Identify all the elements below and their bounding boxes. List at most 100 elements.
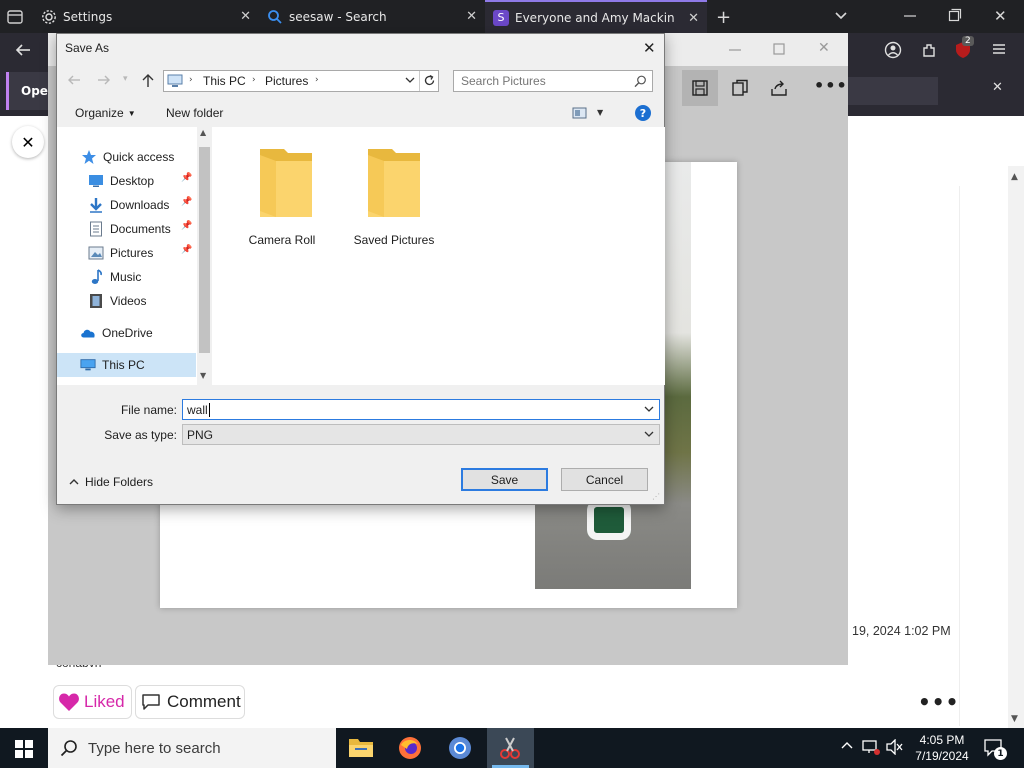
up-arrow-icon[interactable] [141,72,155,88]
refresh-icon[interactable] [423,74,436,87]
scroll-up-icon[interactable]: ▲ [200,128,206,137]
computer-icon [80,357,96,373]
cloud-icon [80,325,96,341]
heart-icon [58,692,80,712]
page-scrollbar[interactable]: ▲ ▼ [1008,166,1024,728]
save-button[interactable]: Save [461,468,548,491]
viewer-minimize-icon[interactable] [728,45,742,55]
chevron-down-icon[interactable] [644,429,654,439]
breadcrumb-separator-icon: › [315,75,319,85]
music-icon [88,269,104,285]
scroll-thumb[interactable] [199,147,210,353]
comment-button[interactable]: Comment [135,685,245,719]
dialog-close-button[interactable]: ✕ [643,39,656,57]
list-tabs-icon[interactable] [832,6,850,24]
copy-icon[interactable] [731,79,749,97]
tab-label: Settings [63,9,113,24]
back-arrow-icon[interactable] [67,73,81,87]
forward-arrow-icon[interactable] [97,73,111,87]
hide-folders-label: Hide Folders [85,475,154,489]
tab-search[interactable]: seesaw - Search ✕ [259,0,485,33]
scroll-up-icon[interactable]: ▲ [1011,172,1018,182]
ublock-icon[interactable]: 2 [954,36,974,59]
chevron-down-icon[interactable] [644,404,654,414]
hide-folders-toggle[interactable]: Hide Folders [69,475,153,489]
view-options-icon[interactable] [572,107,588,119]
pin-icon: 📌 [181,221,193,231]
new-tab-button[interactable]: + [716,7,731,28]
viewer-toolbar: ••• [664,66,848,116]
windows-start-icon[interactable] [15,740,33,758]
volume-muted-icon[interactable] [886,739,904,755]
clock[interactable]: 4:05 PM 7/19/2024 [914,732,970,764]
save-image-icon[interactable] [682,70,718,106]
folder-camera-roll[interactable]: Camera Roll [242,145,322,255]
chrome-icon[interactable] [448,736,472,760]
navigation-pane: Quick access Desktop Downloads Documents… [57,127,212,385]
close-tab-icon[interactable]: ✕ [688,11,699,26]
taskbar-search-box[interactable]: Type here to search [48,728,336,768]
seesaw-icon: S [493,9,509,26]
help-icon[interactable]: ? [635,105,651,121]
address-dropdown-icon[interactable] [404,73,416,87]
search-icon [60,739,78,757]
address-bar[interactable]: › This PC › Pictures › [163,70,439,92]
file-name-input[interactable]: wall [182,399,660,420]
organize-label: Organize [75,106,124,120]
search-icon [634,75,647,88]
nav-label: Downloads [110,198,170,212]
clock-date: 7/19/2024 [915,749,969,763]
tab-seesaw[interactable]: S Everyone and Amy Mackinnon's ✕ [485,0,707,33]
account-icon[interactable] [884,41,902,59]
liked-label: Liked [84,692,125,711]
breadcrumb-this-pc[interactable]: This PC [203,74,246,88]
folder-label: Camera Roll [248,233,316,247]
close-notification-icon[interactable]: ✕ [992,80,1003,95]
scroll-down-icon[interactable]: ▼ [1011,714,1018,724]
close-tab-icon[interactable]: ✕ [240,9,251,24]
folder-icon [258,145,314,219]
resize-grip-icon[interactable]: ⋰ [652,492,660,501]
share-icon[interactable] [770,79,788,97]
restore-window-button[interactable] [948,8,962,22]
breadcrumb-pictures[interactable]: Pictures [265,74,308,88]
search-placeholder: Search Pictures [461,74,546,88]
file-name-value: wall [187,402,208,417]
viewer-more-icon[interactable]: ••• [814,76,848,95]
close-tab-icon[interactable]: ✕ [466,9,477,24]
back-icon[interactable] [14,41,32,59]
sneaker-image [587,500,631,540]
file-explorer-icon[interactable] [348,736,374,758]
notification-center-icon[interactable]: 1 [984,739,1007,760]
minimize-window-button[interactable] [903,6,917,24]
network-icon[interactable] [862,739,880,755]
liked-button[interactable]: Liked [53,685,132,719]
firefox-icon[interactable] [398,736,422,760]
nav-this-pc[interactable]: This PC [57,353,196,377]
snipping-tool-app[interactable] [487,728,534,768]
desktop-icon [88,173,104,189]
tab-overview-icon[interactable] [6,8,24,26]
cancel-button[interactable]: Cancel [561,468,648,491]
chevron-up-icon[interactable] [841,740,853,752]
new-folder-button[interactable]: New folder [166,106,223,120]
notification-field [848,77,938,105]
organize-menu[interactable]: Organize ▼ [75,106,136,120]
close-window-button[interactable]: ✕ [994,7,1007,25]
save-type-select[interactable]: PNG [182,424,660,445]
tab-settings[interactable]: Settings ✕ [33,0,259,33]
folder-saved-pictures[interactable]: Saved Pictures [349,145,439,255]
scroll-down-icon[interactable]: ▼ [200,371,206,380]
nav-scrollbar[interactable]: ▲ ▼ [197,127,212,385]
pin-icon: 📌 [181,197,193,207]
pin-icon: 📌 [181,245,193,255]
close-post-button[interactable]: ✕ [12,126,44,158]
search-pictures-input[interactable]: Search Pictures [453,70,653,92]
viewer-maximize-icon[interactable] [773,43,785,55]
viewer-close-icon[interactable]: ✕ [818,40,830,56]
extensions-icon[interactable] [920,41,938,59]
more-options-icon[interactable]: ••• [918,690,959,714]
recent-locations-icon[interactable]: ▾ [123,74,128,84]
view-dropdown-icon[interactable]: ▼ [597,108,603,117]
menu-icon[interactable] [991,41,1007,57]
